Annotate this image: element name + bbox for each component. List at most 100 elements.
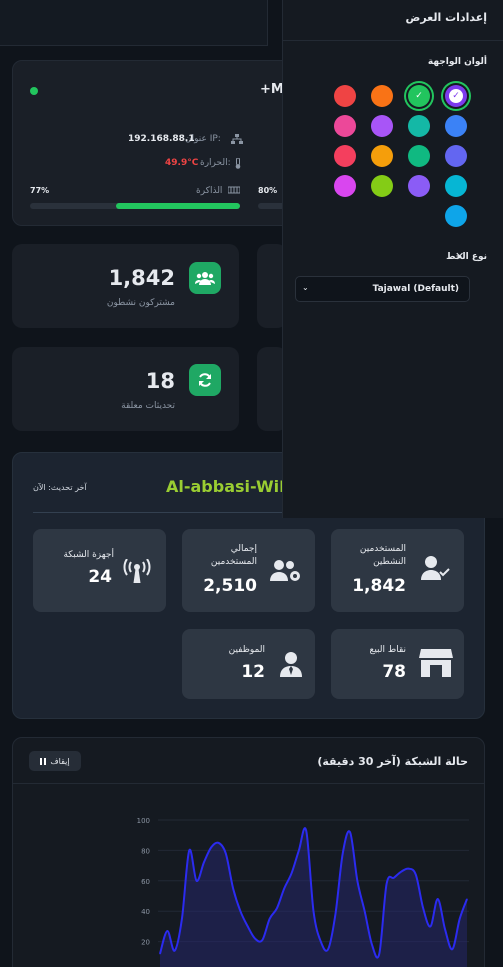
chart-point [290,872,293,874]
font-title: نوع الخط [446,252,487,262]
store-icon [419,649,453,680]
chart-point [217,842,220,844]
colors-title: ألوان الواجهة [427,57,487,67]
color-swatch[interactable] [371,175,393,197]
color-swatch[interactable] [445,145,467,167]
employees-value: 12 [241,662,265,682]
cpu-percent: 80% [258,186,278,195]
color-swatch[interactable] [371,115,393,137]
color-swatch[interactable]: ✓ [408,85,430,107]
chart-point [327,948,329,950]
temperature-value: 49.9°C [165,158,199,168]
active-subscribers-card: 1,842 مشتركون نشطون [12,244,239,328]
color-swatch[interactable] [445,205,467,227]
chart-point [261,939,263,941]
brand-name: Al-abbasi-WiFi [166,477,296,496]
top-strip [0,0,268,46]
chart-point [342,852,344,855]
color-swatch[interactable] [334,145,356,167]
chart-point [393,877,395,879]
chart-point [444,928,446,931]
user-check-icon [421,555,451,584]
chart-point [400,871,402,873]
network-status-card: حالة الشبكة (آخر 30 دقيقة) إيقاف 100 80 60… [12,737,485,967]
sync-icon [189,364,221,396]
users-cog-icon [270,559,302,586]
chart-point [276,907,278,909]
close-icon[interactable]: ✕ [455,250,464,263]
chart-point [203,861,205,864]
chart-point [174,950,176,952]
color-swatch[interactable] [371,85,393,107]
color-swatch[interactable] [371,145,393,167]
chart-point [181,918,183,920]
chart-point [356,880,358,882]
chart-point [407,868,410,870]
chart-point [188,849,190,851]
points-of-sale-label: نقاط البيع [369,645,406,655]
chart-point [371,944,373,946]
font-select[interactable]: ⌄ Tajawal (Default) [295,276,470,302]
user-tie-icon [280,651,302,680]
chart-point [232,887,234,889]
chart-point [415,874,417,876]
network-chart: 100 80 60 40 20 [137,817,469,967]
color-swatch[interactable] [408,145,430,167]
pause-icon [40,757,47,765]
memory-bar-fill [115,203,240,209]
pending-updates-label: تحديثات معلقة [121,401,175,411]
chart-point [459,918,461,920]
memory-percent: 77% [30,186,50,195]
check-icon: ✓ [449,89,463,103]
last-update-label: آخر تحديث: الآن [33,483,87,492]
chart-point [349,831,351,833]
pause-button-label: إيقاف [50,756,70,766]
chart-point [437,898,439,900]
chart-point [320,941,322,943]
chevron-down-icon: ⌄ [302,283,309,292]
chart-point [298,849,300,851]
color-swatch[interactable] [334,115,356,137]
memory-label: الذاكرة [196,186,223,196]
pause-button[interactable]: إيقاف [29,751,81,771]
font-select-value: Tajawal (Default) [372,284,459,294]
chart-point [429,925,432,927]
y-tick-label: 20 [141,939,150,947]
color-swatch[interactable] [445,175,467,197]
chart-point [378,953,380,955]
ip-value: 192.168.88.1 [128,134,195,144]
color-swatch[interactable] [445,115,467,137]
chart-point [334,913,337,915]
chart-title: حالة الشبكة (آخر 30 دقيقة) [317,755,468,768]
tile-network-devices[interactable]: أجهزة الشبكة 24 [33,529,166,612]
online-status-dot [30,87,38,95]
memory-icon [227,186,241,197]
tile-active-users[interactable]: المستخدمين النشطين 1,842 [331,529,464,612]
tile-points-of-sale[interactable]: نقاط البيع 78 [331,629,464,699]
tile-total-users[interactable]: إجمالي المستخدمين 2,510 [182,529,315,612]
chart-point [195,880,198,882]
chart-point [283,887,285,889]
chart-point [166,930,168,932]
temperature-label: الحرارة: [200,158,231,168]
chart-point [254,937,256,940]
check-icon: ✓ [412,89,426,103]
color-swatch[interactable] [334,175,356,197]
chart-point [312,910,315,912]
y-tick-label: 100 [137,817,150,825]
pending-updates-card: 18 تحديثات معلقة [12,347,239,431]
chart-point [305,830,307,832]
active-users-label: المستخدمين النشطين [359,544,406,567]
tile-employees[interactable]: الموظفين 12 [182,629,315,699]
color-swatch[interactable] [408,115,430,137]
antenna-icon [123,558,151,586]
color-swatch[interactable] [408,175,430,197]
chart-point [247,925,249,927]
points-of-sale-value: 78 [382,662,406,682]
color-swatch[interactable] [334,85,356,107]
y-tick-label: 80 [141,847,150,855]
y-tick-label: 60 [141,878,150,886]
network-icon [231,134,243,148]
active-subscribers-value: 1,842 [108,266,175,290]
color-swatch[interactable]: ✓ [445,85,467,107]
